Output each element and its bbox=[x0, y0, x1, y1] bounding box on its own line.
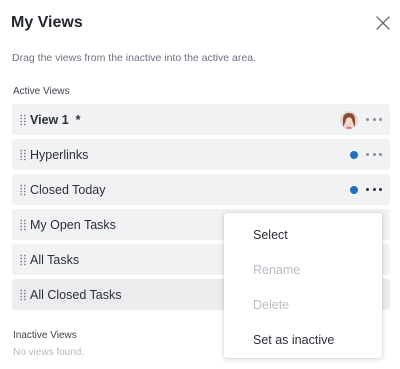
drag-handle-icon[interactable] bbox=[16, 253, 30, 267]
view-label: Closed Today bbox=[30, 182, 106, 197]
view-label: All Tasks bbox=[30, 252, 80, 267]
dialog-title: My Views bbox=[11, 14, 83, 31]
status-dot bbox=[350, 185, 358, 194]
more-horizontal-icon[interactable] bbox=[366, 115, 382, 125]
menu-item-set-inactive[interactable]: Set as inactive bbox=[224, 322, 382, 357]
menu-item-select[interactable]: Select bbox=[224, 217, 382, 252]
view-label: My Open Tasks bbox=[30, 217, 116, 232]
view-row-view-1[interactable]: View 1 * bbox=[12, 104, 390, 135]
dialog-subtitle: Drag the views from the inactive into th… bbox=[12, 52, 256, 64]
inactive-empty-text: No views found. bbox=[13, 347, 85, 358]
view-label: View 1 * bbox=[30, 112, 81, 127]
drag-handle-icon[interactable] bbox=[16, 183, 30, 197]
view-context-menu: Select Rename Delete Set as inactive bbox=[224, 213, 382, 358]
view-label: All Closed Tasks bbox=[30, 287, 122, 302]
drag-handle-icon[interactable] bbox=[16, 288, 30, 302]
inactive-views-label: Inactive Views bbox=[13, 330, 77, 341]
more-horizontal-icon[interactable] bbox=[366, 185, 382, 195]
view-row-hyperlinks[interactable]: Hyperlinks bbox=[12, 139, 390, 170]
menu-item-delete: Delete bbox=[253, 297, 290, 312]
drag-handle-icon[interactable] bbox=[16, 218, 30, 232]
menu-item-rename: Rename bbox=[253, 262, 301, 277]
status-dot bbox=[350, 150, 358, 159]
active-views-label: Active Views bbox=[13, 86, 70, 97]
more-horizontal-icon[interactable] bbox=[366, 150, 382, 160]
view-row-closed-today[interactable]: Closed Today bbox=[12, 174, 390, 205]
view-label: Hyperlinks bbox=[30, 147, 89, 162]
user-avatar bbox=[340, 110, 358, 129]
drag-handle-icon[interactable] bbox=[16, 113, 30, 127]
drag-handle-icon[interactable] bbox=[16, 148, 30, 162]
close-icon[interactable] bbox=[376, 16, 390, 30]
